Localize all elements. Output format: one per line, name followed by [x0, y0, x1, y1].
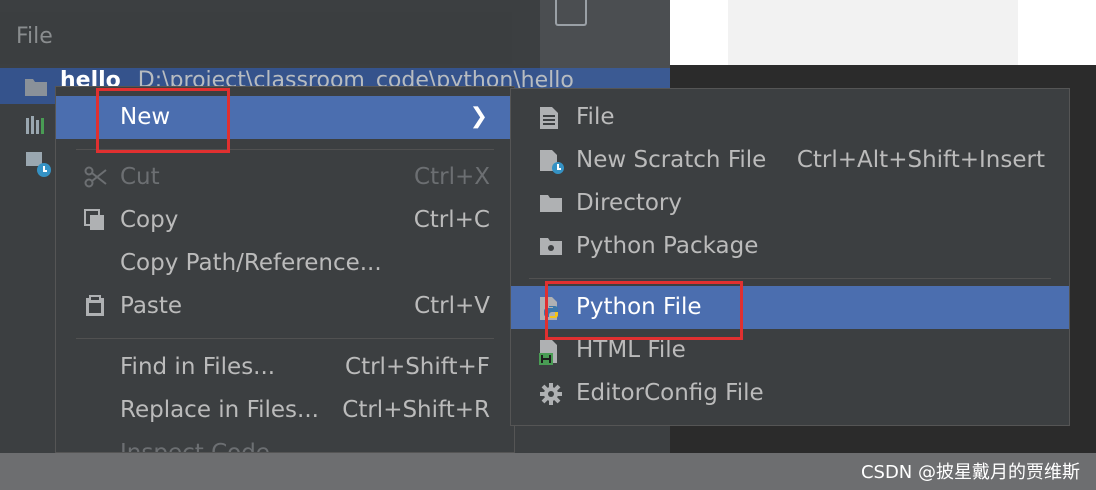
submenu-item-scratch-file[interactable]: New Scratch File Ctrl+Alt+Shift+Insert: [511, 139, 1069, 182]
highlight-box-new: [96, 88, 230, 153]
highlight-box-python-file: [545, 281, 743, 340]
submenu-item-python-package-label: Python Package: [576, 233, 759, 259]
new-submenu: File New Scratch File Ctrl+Alt+Shift+Ins…: [510, 88, 1070, 426]
menu-item-paste-label: Paste: [120, 293, 183, 319]
submenu-item-file-label: File: [576, 104, 615, 130]
menu-item-inspect-code[interactable]: Inspect Code...: [56, 432, 514, 452]
submenu-item-editorconfig-file[interactable]: EditorConfig File: [511, 372, 1069, 415]
file-icon: [539, 106, 561, 129]
submenu-item-python-package[interactable]: Python Package: [511, 225, 1069, 268]
menu-item-find-in-files[interactable]: Find in Files... Ctrl+Shift+F: [56, 346, 514, 389]
menu-item-paste[interactable]: Paste Ctrl+V: [56, 285, 514, 328]
menu-item-inspect-code-label: Inspect Code...: [120, 440, 292, 452]
submenu-item-file[interactable]: File: [511, 96, 1069, 139]
submenu-item-directory[interactable]: Directory: [511, 182, 1069, 225]
menu-item-replace-in-files-shortcut: Ctrl+Shift+R: [342, 397, 490, 423]
menu-item-replace-in-files[interactable]: Replace in Files... Ctrl+Shift+R: [56, 389, 514, 432]
menu-item-copy-path[interactable]: Copy Path/Reference...: [56, 242, 514, 285]
menu-item-copy[interactable]: Copy Ctrl+C: [56, 199, 514, 242]
folder-icon: [539, 192, 562, 214]
right-background-stripe: [728, 0, 1018, 65]
clipboard-icon: [84, 295, 106, 317]
submenu-item-directory-label: Directory: [576, 190, 683, 216]
watermark: CSDN @披星戴月的贾维斯: [860, 462, 1080, 483]
menu-item-paste-shortcut: Ctrl+V: [414, 293, 490, 319]
chevron-right-icon: ❯: [469, 104, 488, 129]
window-title: File: [16, 24, 53, 49]
menu-item-copy-label: Copy: [120, 207, 179, 233]
submenu-item-scratch-file-label: New Scratch File: [576, 147, 767, 173]
menu-item-copy-shortcut: Ctrl+C: [413, 207, 490, 233]
menu-separator: [76, 338, 494, 339]
image-icon[interactable]: [555, 0, 587, 26]
menu-item-replace-in-files-label: Replace in Files...: [120, 397, 319, 423]
copy-icon: [84, 209, 106, 231]
menu-item-copy-path-label: Copy Path/Reference...: [120, 250, 382, 276]
scratch-file-icon: [539, 149, 564, 174]
menu-item-cut[interactable]: Cut Ctrl+X: [56, 156, 514, 199]
submenu-separator: [529, 278, 1051, 279]
external-libraries-icon[interactable]: [24, 114, 48, 136]
package-icon: [539, 235, 562, 257]
submenu-item-scratch-file-shortcut: Ctrl+Alt+Shift+Insert: [796, 147, 1045, 173]
folder-icon: [24, 76, 48, 98]
gear-icon: [539, 382, 562, 405]
menu-item-cut-label: Cut: [120, 164, 160, 190]
submenu-item-editorconfig-file-label: EditorConfig File: [576, 380, 764, 406]
scratches-icon[interactable]: [24, 150, 51, 177]
title-bar: [0, 12, 512, 64]
menu-item-cut-shortcut: Ctrl+X: [414, 164, 490, 190]
scissors-icon: [84, 166, 107, 188]
submenu-item-html-file-label: HTML File: [576, 337, 686, 363]
html-file-icon: [539, 339, 561, 365]
menu-item-find-in-files-label: Find in Files...: [120, 354, 276, 380]
menu-item-find-in-files-shortcut: Ctrl+Shift+F: [345, 354, 490, 380]
